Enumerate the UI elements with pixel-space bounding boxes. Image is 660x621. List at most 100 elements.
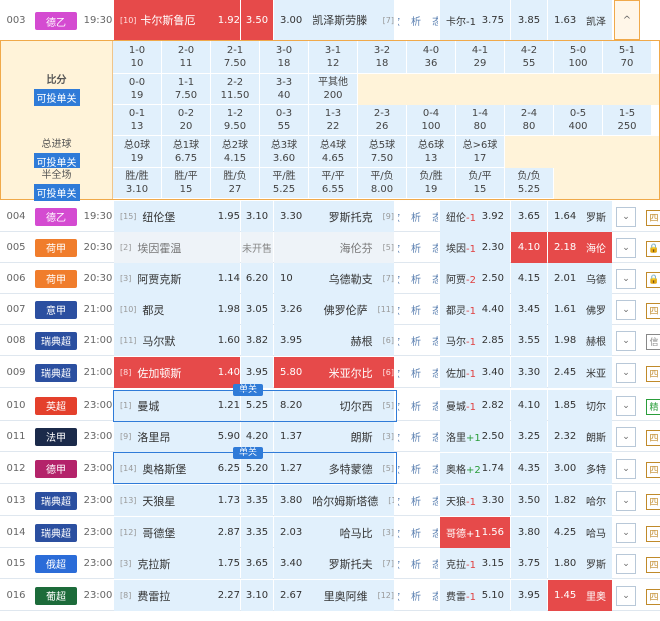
handicap-home[interactable]: 纽伦-1 3.92 [440,201,510,232]
score-option[interactable]: 2-0 11 [162,41,211,74]
league-badge[interactable]: 瑞典超 [35,331,77,350]
half-option[interactable]: 负/平 15 [456,168,505,199]
goals-option[interactable]: 总3球 3.60 [260,136,309,168]
away-win-odds[interactable]: 3.80 哈尔姆斯塔德 [16] [274,485,394,516]
handicap-away[interactable]: 1.80 罗斯 [548,548,612,579]
home-win-odds[interactable]: [10] 都灵 1.98 [114,294,240,325]
away-win-odds[interactable]: 3.30 罗斯托克 [9] [274,201,394,232]
home-win-odds[interactable]: [2] 埃因霍温 [114,232,240,263]
handicap-away[interactable]: 2.32 朗斯 [548,421,612,452]
expand-dropdown-button[interactable]: ⌄ [616,395,636,416]
analysis-links[interactable]: 欧 析 态 [398,453,438,484]
expand-dropdown-button[interactable]: ⌄ [616,299,636,320]
half-option[interactable]: 胜/负 27 [211,168,260,199]
handicap-away[interactable]: 2.18 海伦 [548,232,612,263]
half-single-button[interactable]: 可投单关 [33,184,80,201]
draw-odds[interactable]: 3.35 [241,517,273,548]
handicap-draw[interactable]: 3.45 [511,294,547,325]
score-option[interactable]: 5-1 70 [603,41,652,74]
handicap-draw[interactable]: 3.75 [511,548,547,579]
score-option[interactable]: 2-4 80 [505,105,554,136]
analysis-links[interactable]: 欧 析 态 [398,201,438,232]
goals-option[interactable]: 总4球 4.65 [309,136,358,168]
analysis-links[interactable]: 欧 析 态 [398,517,438,548]
half-option[interactable]: 负/负 5.25 [505,168,554,199]
home-win-odds[interactable]: [10] 卡尔斯鲁厄 1.92 [114,0,240,40]
draw-odds[interactable]: 3.50 [241,0,273,40]
home-win-odds[interactable]: [13] 天狼星 1.73 [114,485,240,516]
draw-odds[interactable]: 3.65 [241,548,273,579]
home-win-odds[interactable]: [3] 克拉斯 1.75 [114,548,240,579]
draw-odds[interactable]: 3.82 [241,325,273,356]
league-badge[interactable]: 德乙 [35,207,77,226]
handicap-away[interactable]: 1.63 凯泽 [548,0,612,40]
handicap-home[interactable]: 都灵-1 4.40 [440,294,510,325]
score-option[interactable]: 0-1 13 [113,105,162,136]
score-option[interactable]: 0-2 20 [162,105,211,136]
score-option[interactable]: 0-4 100 [407,105,456,136]
score-option[interactable]: 0-0 19 [113,74,162,105]
handicap-draw[interactable]: 4.15 [511,263,547,294]
score-option[interactable]: 0-3 55 [260,105,309,136]
expand-dropdown-button[interactable]: ⌄ [616,585,636,606]
draw-odds[interactable]: 6.20 [241,263,273,294]
score-option[interactable]: 1-5 250 [603,105,652,136]
expand-dropdown-button[interactable]: ⌄ [616,522,636,543]
league-badge[interactable]: 荷甲 [35,238,77,257]
away-win-odds[interactable]: 8.20 切尔西 [5] [274,390,394,421]
league-badge[interactable]: 英超 [35,396,77,415]
handicap-away[interactable]: 1.45 里奥 [548,580,612,611]
score-option[interactable]: 2-3 26 [358,105,407,136]
score-option[interactable]: 1-2 9.50 [211,105,260,136]
away-win-odds[interactable]: 2.03 哈马比 [3] [274,517,394,548]
league-badge[interactable]: 瑞典超 [35,523,77,542]
analysis-links[interactable]: 欧 析 态 [398,232,438,263]
home-win-odds[interactable]: [12] 哥德堡 2.87 [114,517,240,548]
handicap-home[interactable]: 曼城-1 2.82 [440,390,510,421]
goals-option[interactable]: 总5球 7.50 [358,136,407,168]
analysis-links[interactable]: 欧 析 态 [398,390,438,421]
expand-dropdown-button[interactable]: ⌄ [616,490,636,511]
home-win-odds[interactable]: [8] 费雷拉 2.27 [114,580,240,611]
handicap-home[interactable]: 洛里+1 2.50 [440,421,510,452]
handicap-draw[interactable]: 3.85 [511,0,547,40]
away-win-odds[interactable]: 2.67 里奥阿维 [12] [274,580,394,611]
away-win-odds[interactable]: 3.95 赫根 [6] [274,325,394,356]
handicap-draw[interactable]: 4.10 [511,390,547,421]
handicap-draw[interactable]: 3.95 [511,580,547,611]
handicap-draw[interactable]: 3.25 [511,421,547,452]
handicap-away[interactable]: 1.61 佛罗 [548,294,612,325]
handicap-draw[interactable]: 3.50 [511,485,547,516]
home-win-odds[interactable]: [11] 马尔默 1.60 [114,325,240,356]
score-option[interactable]: 5-0 100 [554,41,603,74]
handicap-home[interactable]: 埃因-1 2.30 [440,232,510,263]
handicap-home[interactable]: 阿贾-2 2.50 [440,263,510,294]
half-option[interactable]: 胜/胜 3.10 [113,168,162,199]
away-win-odds[interactable]: 10 乌德勒支 [7] [274,263,394,294]
handicap-away[interactable]: 1.82 哈尔 [548,485,612,516]
handicap-home[interactable]: 天狼-1 3.30 [440,485,510,516]
home-win-odds[interactable]: [14] 奥格斯堡 6.25 [114,453,240,484]
goals-option[interactable]: 总1球 6.75 [162,136,211,168]
handicap-draw[interactable]: 3.80 [511,517,547,548]
half-option[interactable]: 平/负 8.00 [358,168,407,199]
analysis-links[interactable]: 欧 析 态 [398,485,438,516]
league-badge[interactable]: 德乙 [35,12,77,30]
league-badge[interactable]: 葡超 [35,586,77,605]
handicap-away[interactable]: 1.64 罗斯 [548,201,612,232]
collapse-toggle-button[interactable]: ^ [614,0,640,40]
analysis-links[interactable]: 欧 析 态 [398,580,438,611]
home-win-odds[interactable]: [3] 阿贾克斯 1.14 [114,263,240,294]
home-win-odds[interactable]: [15] 纽伦堡 1.95 [114,201,240,232]
handicap-home[interactable]: 奥格+2 1.74 [440,453,510,484]
expand-dropdown-button[interactable]: ⌄ [616,206,636,227]
score-option[interactable]: 4-1 29 [456,41,505,74]
score-option[interactable]: 平其他 200 [309,74,358,105]
goals-option[interactable]: 总6球 13 [407,136,456,168]
analysis-links[interactable]: 欧 析 态 [398,421,438,452]
league-badge[interactable]: 意甲 [35,300,77,319]
score-option[interactable]: 2-2 11.50 [211,74,260,105]
away-win-odds[interactable]: 3.26 佛罗伦萨 [11] [274,294,394,325]
score-option[interactable]: 1-4 80 [456,105,505,136]
handicap-home[interactable]: 克拉-1 3.15 [440,548,510,579]
